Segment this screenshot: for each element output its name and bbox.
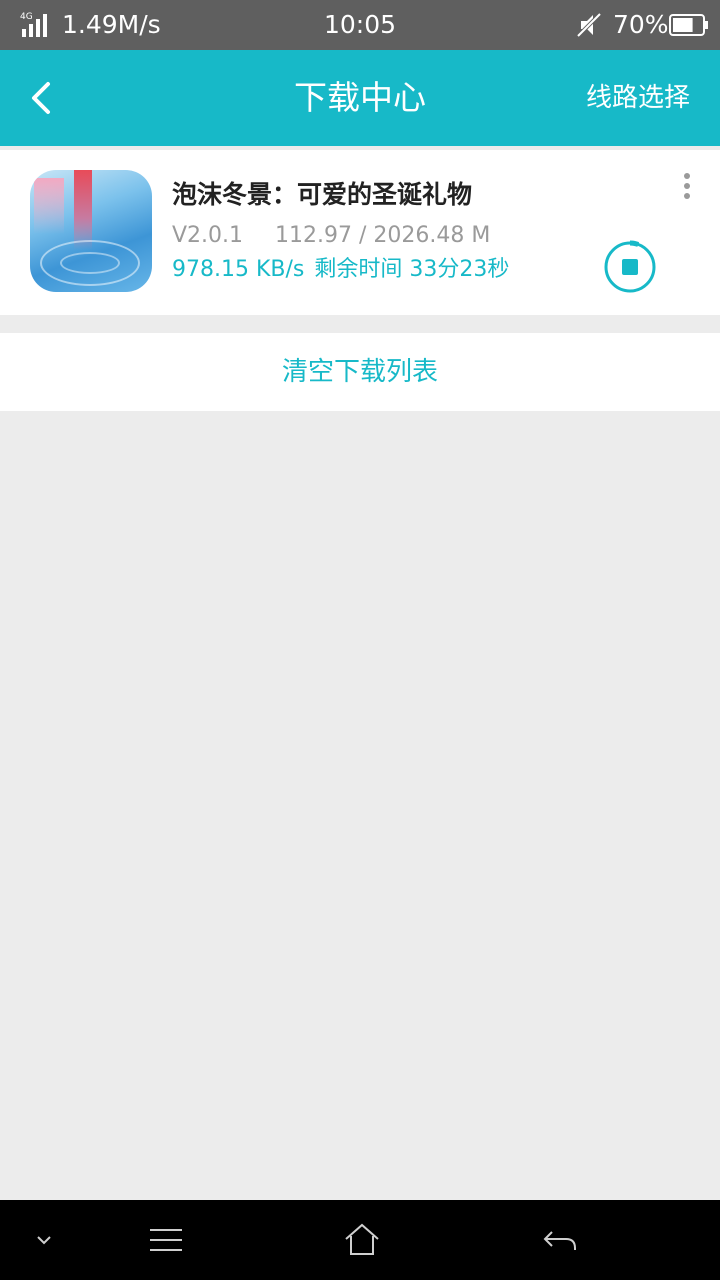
- battery-percent: 70%: [613, 10, 669, 39]
- app-icon-building: [34, 178, 64, 234]
- clear-list-row: 清空下载列表: [0, 333, 720, 411]
- download-meta: V2.0.1 112.97 / 2026.48 M: [172, 221, 490, 251]
- download-item[interactable]: 泡沫冬景：可爱的圣诞礼物 V2.0.1 112.97 / 2026.48 M 97…: [0, 150, 720, 315]
- download-version: V2.0.1: [172, 223, 244, 248]
- download-title: 泡沫冬景：可爱的圣诞礼物: [172, 180, 473, 209]
- download-progress-size: 112.97 / 2026.48 M: [275, 223, 491, 248]
- app-icon: [30, 170, 152, 292]
- battery-icon: [669, 14, 708, 36]
- more-vertical-icon[interactable]: [672, 172, 702, 202]
- chevron-down-icon[interactable]: [24, 1220, 64, 1260]
- system-nav-bar: [0, 1200, 720, 1280]
- status-bar: 4G 1.49M/s 10:05 70%: [0, 0, 720, 50]
- mute-icon: [576, 12, 602, 38]
- return-icon[interactable]: [540, 1220, 580, 1260]
- app-icon-ripple-inner: [60, 252, 120, 274]
- app-bar: 下载中心 线路选择: [0, 50, 720, 146]
- route-select-button[interactable]: 线路选择: [586, 80, 690, 116]
- clock: 10:05: [323, 10, 397, 39]
- download-status: 978.15 KB/s 剩余时间 33分23秒: [172, 255, 509, 285]
- home-icon[interactable]: [342, 1220, 382, 1260]
- stop-icon: [622, 259, 638, 275]
- stop-download-button[interactable]: [602, 239, 658, 295]
- clear-download-list-button[interactable]: 清空下载列表: [282, 333, 438, 411]
- download-remaining: 剩余时间 33分23秒: [314, 257, 510, 282]
- app-icon-tower: [74, 170, 92, 250]
- download-speed: 978.15 KB/s: [172, 257, 305, 282]
- menu-icon[interactable]: [146, 1220, 186, 1260]
